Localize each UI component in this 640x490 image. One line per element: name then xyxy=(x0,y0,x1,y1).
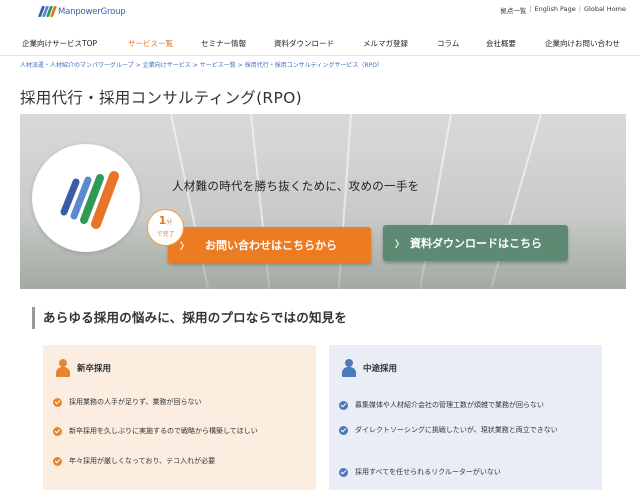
nav-item-service-list[interactable]: サービス一覧 xyxy=(128,38,173,49)
list-item: 募集媒体や人材紹介会社の管理工数が煩雑で業務が回らない xyxy=(339,400,544,411)
card-title-text: 中途採用 xyxy=(363,364,398,374)
logo-text: ManpowerGroup xyxy=(58,6,126,17)
breadcrumb-item[interactable]: 人材派遣・人材紹介のマンパワーグループ xyxy=(20,62,134,69)
nav-item-corporate-top[interactable]: 企業向けサービスTOP xyxy=(22,38,97,49)
contact-button-label: お問い合わせはこちらから xyxy=(205,239,338,252)
chevron-right-icon: 〉 xyxy=(395,239,405,250)
list-item: 採用すべてを任せられるリクルーターがいない xyxy=(339,467,501,478)
person-icon xyxy=(55,359,71,377)
check-icon xyxy=(53,457,62,466)
check-icon xyxy=(53,398,62,407)
list-item: 年々採用が厳しくなっており、テコ入れが必要 xyxy=(53,456,215,467)
breadcrumb-current: 採用代行・採用コンサルティングサービス（RPO） xyxy=(244,62,383,69)
nav-divider xyxy=(0,55,640,56)
hero-banner: 人材難の時代を勝ち抜くために、攻めの一手を 〉 お問い合わせはこちらから 〉 資… xyxy=(20,114,626,289)
section-title: あらゆる採用の悩みに、採用のプロならではの知見を xyxy=(32,307,347,329)
hero-tagline: 人材難の時代を勝ち抜くために、攻めの一手を xyxy=(172,179,420,193)
download-button-label: 資料ダウンロードはこちら xyxy=(410,237,543,250)
util-link-global[interactable]: Global Home xyxy=(584,5,626,15)
list-item: 新卒採用を久しぶりに実施するので戦略から構築してほしい xyxy=(53,426,258,437)
card-title: 新卒採用 xyxy=(55,359,111,377)
card-new-grad: 新卒採用 採用業務の人手が足りず、業務が回らない 新卒採用を久しぶりに実施するの… xyxy=(43,345,316,490)
utility-links: 拠点一覧 | English Page | Global Home xyxy=(500,5,626,15)
download-button[interactable]: 〉 資料ダウンロードはこちら xyxy=(383,225,568,261)
nav-item-seminar[interactable]: セミナー情報 xyxy=(201,38,246,49)
global-nav: 企業向けサービスTOP サービス一覧 セミナー情報 資料ダウンロード メルマガ登… xyxy=(0,34,640,54)
nav-item-mailmag[interactable]: メルマガ登録 xyxy=(363,38,408,49)
divider: | xyxy=(529,5,532,13)
breadcrumb-separator: > xyxy=(192,62,198,69)
person-icon xyxy=(341,359,357,377)
logo-icon xyxy=(37,6,58,17)
breadcrumb: 人材派遣・人材紹介のマンパワーグループ > 企業向けサービス > サービス一覧 > 採用代行… xyxy=(20,60,383,69)
manpowergroup-logo[interactable]: ManpowerGroup xyxy=(37,6,126,17)
chevron-right-icon: 〉 xyxy=(180,241,190,252)
breadcrumb-item[interactable]: 企業向けサービス xyxy=(143,62,191,69)
check-icon xyxy=(53,427,62,436)
breadcrumb-item[interactable]: サービス一覧 xyxy=(200,62,236,69)
breadcrumb-separator: > xyxy=(237,62,243,69)
util-link-offices[interactable]: 拠点一覧 xyxy=(500,5,526,15)
brand-bars-icon xyxy=(60,171,119,229)
check-icon xyxy=(339,401,348,410)
card-mid-career: 中途採用 募集媒体や人材紹介会社の管理工数が煩雑で業務が回らない ダイレクトソー… xyxy=(329,345,602,490)
badge-subtext: で完了 xyxy=(156,231,175,238)
check-icon xyxy=(339,426,348,435)
card-title: 中途採用 xyxy=(341,359,397,377)
contact-button[interactable]: 〉 お問い合わせはこちらから xyxy=(168,227,371,263)
top-bar: ManpowerGroup 拠点一覧 | English Page | Glob… xyxy=(0,0,640,30)
badge-number: 1分 xyxy=(158,214,173,227)
divider: | xyxy=(578,5,581,13)
nav-item-download[interactable]: 資料ダウンロード xyxy=(274,38,334,49)
breadcrumb-separator: > xyxy=(135,62,141,69)
nav-item-contact[interactable]: 企業向けお問い合わせ xyxy=(545,38,620,49)
check-icon xyxy=(339,468,348,477)
util-link-english[interactable]: English Page xyxy=(535,5,576,15)
brand-mark-circle xyxy=(32,144,140,252)
nav-item-column[interactable]: コラム xyxy=(437,38,459,49)
list-item: 採用業務の人手が足りず、業務が回らない xyxy=(53,397,202,408)
one-minute-badge: 1分 で完了 xyxy=(147,209,184,246)
card-title-text: 新卒採用 xyxy=(77,364,112,374)
list-item: ダイレクトソーシングに挑戦したいが、現状業務と両立できない xyxy=(339,425,579,436)
page-title: 採用代行・採用コンサルティング(RPO) xyxy=(20,89,302,107)
nav-item-company[interactable]: 会社概要 xyxy=(486,38,516,49)
